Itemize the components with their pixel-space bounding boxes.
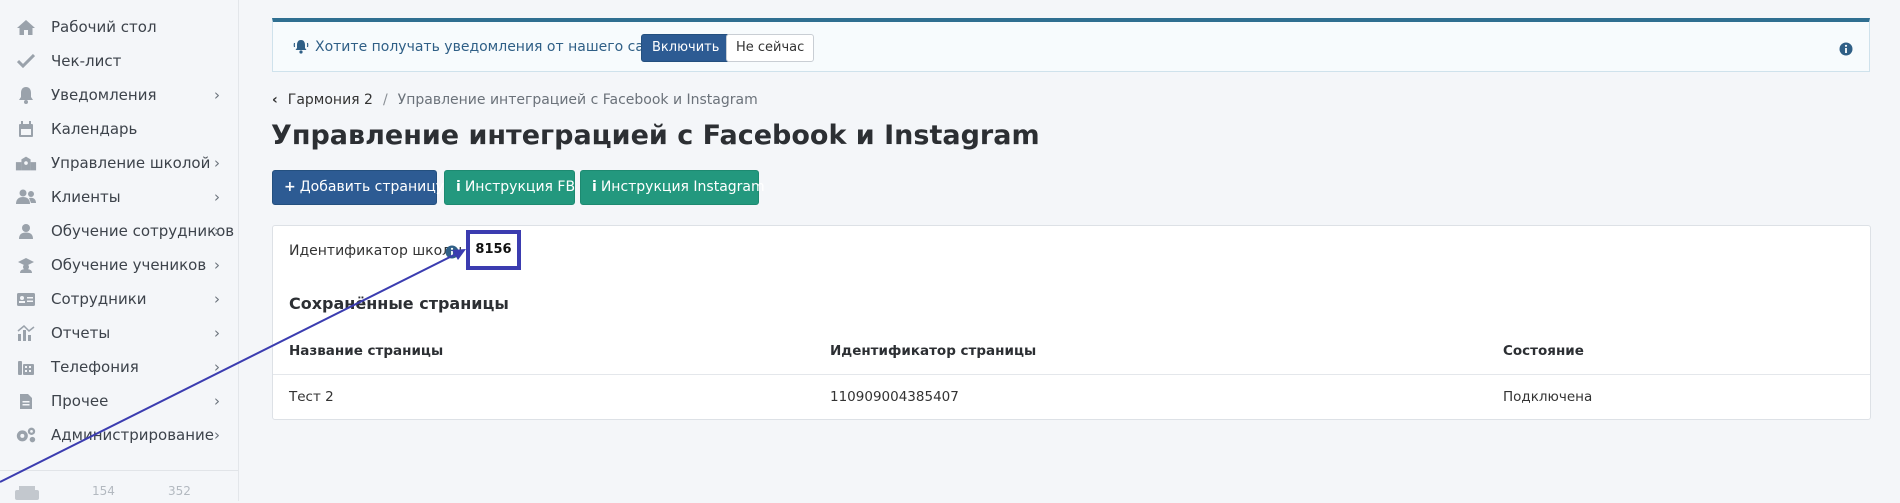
graduation-cap-icon — [15, 256, 37, 274]
cell-status: Подключена — [1503, 389, 1593, 405]
calendar-icon — [15, 120, 37, 138]
check-icon — [15, 52, 37, 70]
info-circle-icon[interactable] — [1839, 41, 1853, 60]
school-id-label: Идентификатор школы — [289, 243, 463, 259]
chevron-right-icon: › — [214, 290, 220, 308]
home-icon — [15, 18, 37, 36]
add-page-label: Добавить страницу — [299, 179, 445, 195]
sidebar-item-other[interactable]: Прочее › — [0, 384, 238, 418]
school-icon — [15, 154, 37, 172]
fax-icon — [15, 358, 37, 376]
sidebar-item-label: Управление школой — [51, 154, 211, 172]
id-card-icon — [15, 290, 37, 308]
breadcrumb: ‹ Гармония 2 / Управление интеграцией с … — [272, 92, 758, 108]
sidebar-item-reports[interactable]: Отчеты › — [0, 316, 238, 350]
school-id-value: 8156 — [466, 230, 521, 270]
chevron-right-icon: › — [214, 324, 220, 342]
bell-icon — [15, 86, 37, 104]
chevron-right-icon: › — [214, 222, 220, 240]
cell-page-name: Тест 2 — [289, 389, 334, 405]
sidebar-item-label: Телефония — [51, 358, 139, 376]
chevron-left-icon[interactable]: ‹ — [272, 92, 278, 108]
sidebar-item-label: Обучение учеников — [51, 256, 207, 274]
sidebar-item-dashboard[interactable]: Рабочий стол — [0, 10, 238, 44]
sidebar-item-telephony[interactable]: Телефония › — [0, 350, 238, 384]
sidebar-item-clients[interactable]: Клиенты › — [0, 180, 238, 214]
sidebar-item-label: Администрирование — [51, 426, 215, 444]
fb-instructions-button[interactable]: i Инструкция FB — [444, 170, 575, 205]
sidebar-item-administration[interactable]: Администрирование › — [0, 418, 238, 452]
printer-icon — [14, 486, 40, 503]
file-icon — [15, 392, 37, 410]
chevron-right-icon: › — [214, 358, 220, 376]
chevron-right-icon: › — [214, 426, 220, 444]
sidebar: Рабочий стол Чек-лист Уведомления › Кале… — [0, 0, 239, 501]
chevron-right-icon: › — [214, 256, 220, 274]
plus-icon: + — [284, 179, 296, 195]
cell-page-id: 110909004385407 — [830, 389, 959, 405]
footer-counter-right: 352 — [168, 484, 191, 498]
add-page-button[interactable]: + Добавить страницу — [272, 170, 444, 205]
chevron-right-icon: › — [214, 154, 220, 172]
chevron-right-icon: › — [214, 86, 220, 104]
sidebar-item-label: Прочее — [51, 392, 109, 410]
sidebar-item-student-training[interactable]: Обучение учеников › — [0, 248, 238, 282]
info-icon: i — [456, 179, 461, 195]
fb-instructions-label: Инструкция FB — [464, 179, 576, 195]
notification-question: Хотите получать уведомления от нашего са… — [315, 39, 678, 55]
table-divider — [273, 374, 1870, 375]
breadcrumb-parent-link[interactable]: Гармония 2 — [288, 92, 373, 108]
integration-card: Идентификатор школы 8156 Сохранённые стр… — [272, 225, 1871, 420]
sidebar-divider — [0, 470, 238, 471]
sidebar-item-school-management[interactable]: Управление школой › — [0, 146, 238, 180]
cogs-icon — [15, 426, 37, 444]
instagram-instructions-button[interactable]: i Инструкция Instagram — [580, 170, 765, 205]
page-title: Управление интеграцией с Facebook и Inst… — [271, 120, 1040, 151]
sidebar-item-label: Обучение сотрудников — [51, 222, 235, 240]
sidebar-item-employees[interactable]: Сотрудники › — [0, 282, 238, 316]
chevron-right-icon: › — [214, 392, 220, 410]
sidebar-item-label: Сотрудники — [51, 290, 147, 308]
chart-icon — [15, 324, 37, 342]
user-icon — [15, 222, 37, 240]
sidebar-item-label: Рабочий стол — [51, 18, 157, 36]
info-icon: i — [592, 179, 597, 195]
column-header-page-id: Идентификатор страницы — [830, 343, 1037, 359]
column-header-status: Состояние — [1503, 343, 1584, 359]
sidebar-item-staff-training[interactable]: Обучение сотрудников › — [0, 214, 238, 248]
sidebar-item-checklist[interactable]: Чек-лист — [0, 44, 238, 78]
sidebar-item-notifications[interactable]: Уведомления › — [0, 78, 238, 112]
sidebar-item-label: Клиенты — [51, 188, 121, 206]
footer-counter-left: 154 — [92, 484, 115, 498]
users-icon — [15, 188, 37, 206]
push-notification-banner: Хотите получать уведомления от нашего са… — [272, 18, 1870, 72]
instagram-instructions-label: Инструкция Instagram — [600, 179, 765, 195]
column-header-page-name: Название страницы — [289, 343, 444, 359]
breadcrumb-current: Управление интеграцией с Facebook и Inst… — [397, 92, 758, 108]
sidebar-item-label: Уведомления — [51, 86, 157, 104]
sidebar-item-label: Календарь — [51, 120, 138, 138]
sidebar-item-label: Чек-лист — [51, 52, 122, 70]
enable-notifications-button[interactable]: Включить — [641, 34, 731, 62]
sidebar-item-label: Отчеты — [51, 324, 111, 342]
chevron-right-icon: › — [214, 188, 220, 206]
bell-ring-icon — [293, 38, 309, 58]
info-circle-icon[interactable] — [445, 244, 459, 263]
sidebar-item-calendar[interactable]: Календарь — [0, 112, 238, 146]
breadcrumb-separator: / — [382, 92, 388, 108]
saved-pages-title: Сохранённые страницы — [289, 294, 509, 313]
not-now-button[interactable]: Не сейчас — [726, 34, 815, 62]
